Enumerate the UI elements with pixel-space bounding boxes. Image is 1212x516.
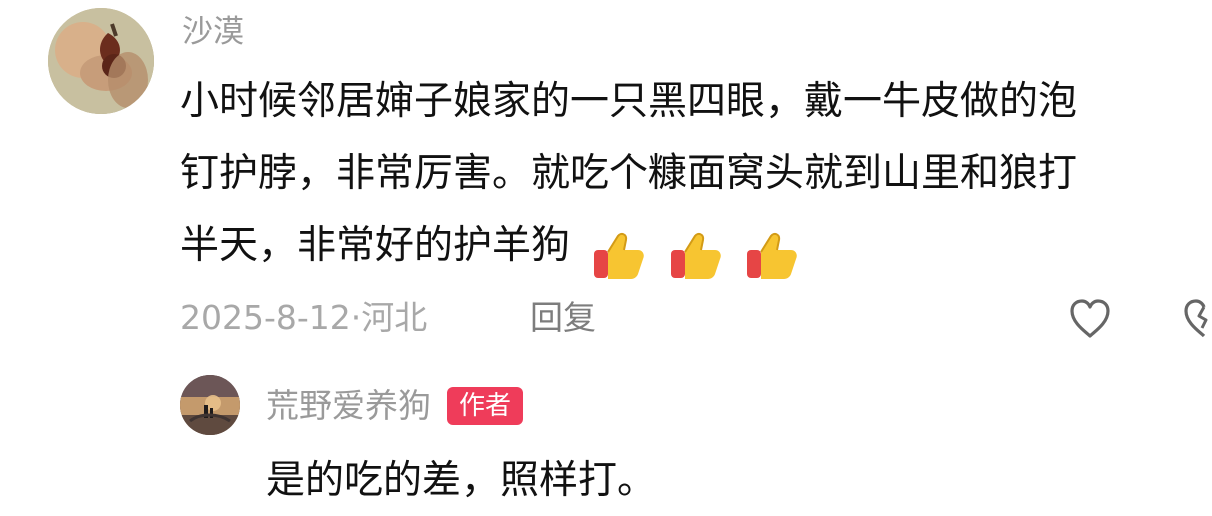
- reply-text: 是的吃的差，照样打。: [266, 458, 657, 503]
- comment-username[interactable]: 沙漠: [182, 12, 244, 52]
- comment-line-3: 半天，非常好的护羊狗: [180, 210, 1200, 282]
- thumbs-up-icon: [590, 228, 646, 284]
- comment-text: 小时候邻居婶子娘家的一只黑四眼，戴一牛皮做的泡 钉护脖，非常厉害。就吃个糠面窝头…: [180, 66, 1200, 282]
- emoji-row: [590, 219, 807, 279]
- comment-line-1: 小时候邻居婶子娘家的一只黑四眼，戴一牛皮做的泡: [180, 79, 1078, 124]
- reply-header: 荒野爱养狗 作者: [266, 384, 524, 428]
- thumbs-up-icon: [667, 228, 723, 284]
- reply-username[interactable]: 荒野爱养狗: [266, 384, 431, 428]
- heart-icon[interactable]: [1066, 296, 1114, 340]
- avatar-image-icon: [48, 8, 154, 114]
- author-badge: 作者: [447, 387, 524, 425]
- comment-meta-row: 2025-8-12·河北 回复: [180, 296, 1210, 340]
- reply-button[interactable]: 回复: [530, 296, 596, 340]
- reply-avatar[interactable]: [180, 375, 240, 435]
- comment-date-location: 2025-8-12·河北: [180, 298, 428, 337]
- comment-line-3-text: 半天，非常好的护羊狗: [180, 223, 571, 268]
- comment-thread: 沙漠 小时候邻居婶子娘家的一只黑四眼，戴一牛皮做的泡 钉护脖，非常厉害。就吃个糠…: [0, 0, 1212, 516]
- reply-avatar-image-icon: [180, 375, 240, 435]
- thumbs-up-icon: [743, 228, 799, 284]
- avatar[interactable]: [48, 8, 154, 114]
- broken-heart-icon[interactable]: [1180, 296, 1210, 340]
- comment-line-2: 钉护脖，非常厉害。就吃个糠面窝头就到山里和狼打: [180, 151, 1078, 196]
